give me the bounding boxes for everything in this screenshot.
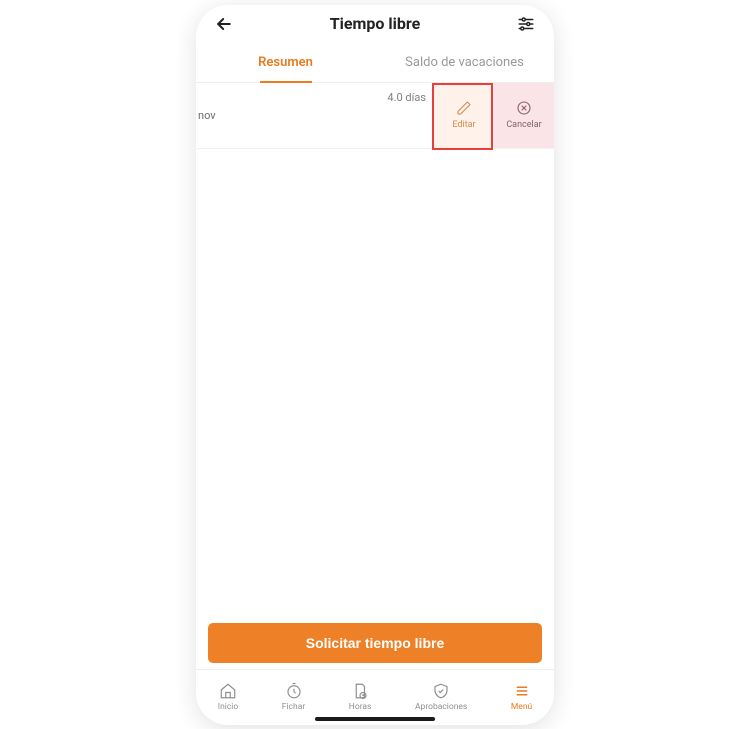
- close-circle-icon: [516, 100, 532, 116]
- arrow-left-icon: [214, 14, 234, 34]
- menu-icon: [513, 682, 531, 700]
- nav-hours-label: Horas: [349, 702, 372, 712]
- nav-clock-label: Fichar: [282, 702, 305, 712]
- nav-home-label: Inicio: [218, 702, 238, 712]
- request-time-off-button[interactable]: Solicitar tiempo libre: [208, 623, 542, 663]
- stopwatch-icon: [285, 682, 303, 700]
- nav-approvals-label: Aprobaciones: [415, 702, 467, 712]
- back-button[interactable]: [210, 10, 238, 38]
- content-area: nov 4.0 días Editar Cancelar: [196, 83, 554, 613]
- document-clock-icon: [351, 682, 369, 700]
- cancel-button[interactable]: Cancelar: [494, 83, 554, 148]
- app-screen: Tiempo libre Resumen Saldo de vacaciones…: [196, 5, 554, 725]
- nav-menu[interactable]: Menú: [511, 682, 532, 712]
- page-title: Tiempo libre: [330, 14, 420, 33]
- cta-wrap: Solicitar tiempo libre: [196, 613, 554, 669]
- tabs: Resumen Saldo de vacaciones: [196, 43, 554, 83]
- shield-check-icon: [432, 682, 450, 700]
- cancel-label: Cancelar: [506, 120, 541, 130]
- row-month: nov: [196, 83, 222, 148]
- edit-button[interactable]: Editar: [434, 83, 494, 148]
- home-indicator: [315, 717, 435, 721]
- tab-summary[interactable]: Resumen: [196, 43, 375, 82]
- top-bar: Tiempo libre: [196, 5, 554, 43]
- tab-balance[interactable]: Saldo de vacaciones: [375, 43, 554, 82]
- home-icon: [219, 682, 237, 700]
- nav-menu-label: Menú: [511, 702, 532, 712]
- pencil-icon: [456, 100, 472, 116]
- filter-button[interactable]: [512, 10, 540, 38]
- nav-hours[interactable]: Horas: [349, 682, 372, 712]
- row-days: 4.0 días: [222, 83, 434, 148]
- sliders-icon: [517, 15, 535, 33]
- edit-label: Editar: [452, 120, 475, 130]
- nav-approvals[interactable]: Aprobaciones: [415, 682, 467, 712]
- nav-clock[interactable]: Fichar: [282, 682, 305, 712]
- nav-home[interactable]: Inicio: [218, 682, 238, 712]
- request-row[interactable]: nov 4.0 días Editar Cancelar: [196, 83, 554, 149]
